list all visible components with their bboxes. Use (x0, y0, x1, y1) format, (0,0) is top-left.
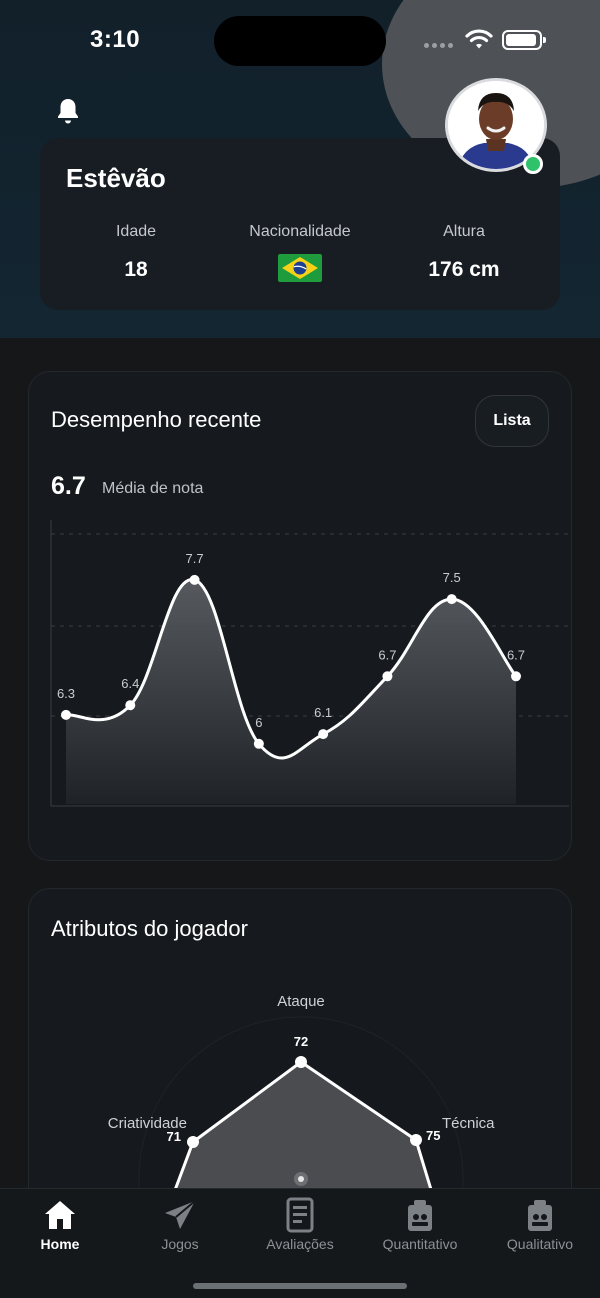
data-label: 6.3 (57, 686, 75, 701)
player-attributes-card: Atributos do jogador Ataque 72 Técnica 7… (28, 888, 572, 1228)
nav-games[interactable]: Jogos (120, 1197, 240, 1252)
cellular-signal-icon (424, 43, 453, 48)
attributes-radar-chart: Ataque 72 Técnica 75 Criatividade 71 (108, 993, 495, 1227)
status-time: 3:10 (90, 26, 141, 53)
data-label: 6 (255, 715, 262, 730)
nav-home[interactable]: Home (0, 1197, 120, 1252)
nav-qualitative-label: Qualitativo (506, 1236, 574, 1252)
bell-icon[interactable] (56, 97, 80, 125)
home-icon (45, 1201, 75, 1229)
nav-ratings-label: Avaliações (266, 1236, 334, 1252)
data-label: 7.7 (186, 551, 204, 566)
radar-point-creativity (187, 1136, 199, 1148)
nav-home-label: Home (40, 1236, 80, 1252)
status-bar: 3:10 (0, 0, 600, 80)
stats-icon (408, 1200, 432, 1231)
data-label: 6.7 (507, 647, 525, 662)
radar-point-technique (410, 1134, 422, 1146)
radar-point-attack (295, 1056, 307, 1068)
data-point[interactable] (382, 671, 393, 682)
nav-games-label: Jogos (161, 1236, 199, 1252)
radar-value-technique: 75 (426, 1128, 440, 1143)
radar-label-technique: Técnica (442, 1115, 495, 1132)
nationality-label: Nacionalidade (249, 223, 351, 240)
home-indicator (193, 1283, 407, 1289)
recent-performance-card: Desempenho recente Lista 6.7 Média de no… (28, 371, 572, 861)
player-name: Estêvão (66, 163, 166, 193)
radar-label-attack: Ataque (277, 993, 325, 1010)
dynamic-island (214, 16, 386, 66)
age-value: 18 (124, 258, 148, 281)
data-point[interactable] (318, 729, 329, 740)
data-label: 6.1 (314, 705, 332, 720)
online-status-dot (523, 154, 543, 174)
nav-qualitative[interactable]: Qualitativo (480, 1197, 600, 1252)
nav-ratings[interactable]: Avaliações (240, 1197, 360, 1252)
wifi-icon (465, 29, 493, 49)
data-point[interactable] (125, 700, 136, 711)
performance-area (66, 579, 516, 804)
age-label: Idade (115, 223, 157, 240)
nav-quantitative-label: Quantitativo (382, 1236, 458, 1252)
paper-plane-icon (165, 1200, 196, 1229)
document-icon (286, 1197, 314, 1233)
data-point[interactable] (511, 671, 521, 682)
data-point[interactable] (446, 594, 457, 605)
stats-icon (528, 1200, 552, 1231)
data-point[interactable] (189, 574, 200, 585)
data-label: 6.4 (121, 676, 139, 691)
data-label: 6.7 (378, 647, 396, 662)
data-label: 7.5 (443, 570, 461, 585)
data-point[interactable] (253, 738, 264, 749)
data-point[interactable] (61, 709, 71, 720)
battery-icon (502, 30, 546, 50)
radar-value-attack: 72 (294, 1034, 308, 1049)
height-label: Altura (443, 223, 485, 240)
radar-value-creativity: 71 (167, 1129, 181, 1144)
performance-line-chart: 6.3 6.4 7.7 6 6.1 6.7 7.5 6.7 (50, 520, 569, 807)
height-value: 176 cm (428, 258, 500, 281)
bottom-navigation: Home Jogos Avaliações Quantitativo Quali… (0, 1188, 600, 1298)
brazil-flag-icon (278, 254, 322, 282)
nav-quantitative[interactable]: Quantitativo (360, 1197, 480, 1252)
